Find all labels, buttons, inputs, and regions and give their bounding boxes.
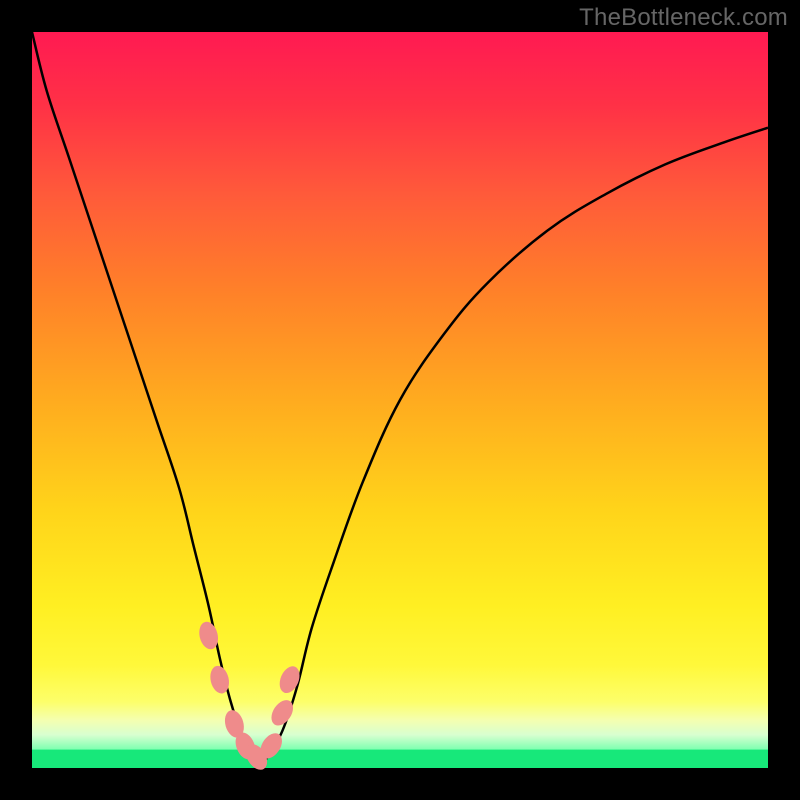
chart-frame: TheBottleneck.com — [0, 0, 800, 800]
bottleneck-curve-chart — [0, 0, 800, 800]
baseline-strip — [32, 750, 768, 768]
watermark-text: TheBottleneck.com — [579, 4, 788, 32]
